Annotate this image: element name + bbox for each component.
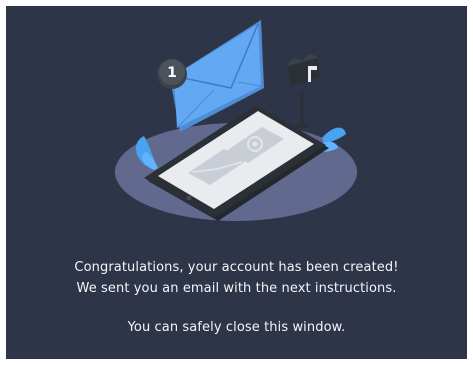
mailbox-icon [288,54,320,129]
success-message: Congratulations, your account has been c… [74,260,399,275]
close-window-message: You can safely close this window. [127,320,346,335]
confirmation-panel: 1 Congratulations, your account has been… [6,6,467,359]
email-sent-message: We sent you an email with the next instr… [76,281,397,296]
notification-count: 1 [167,65,177,81]
account-created-illustration: 1 [115,20,357,221]
notification-badge-icon: 1 [157,59,187,89]
